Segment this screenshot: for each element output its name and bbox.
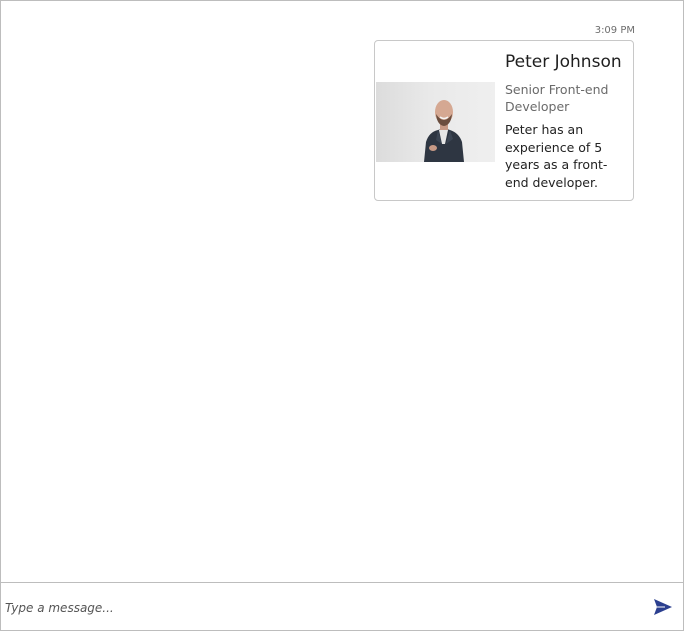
message-timestamp: 3:09 PM — [594, 25, 635, 36]
message-input[interactable] — [5, 595, 625, 621]
send-icon — [654, 599, 672, 615]
chat-window: 3:09 PM Peter Johnson Senior Front-end D… — [0, 0, 684, 631]
send-button[interactable] — [653, 598, 673, 616]
portrait-photo-icon — [424, 100, 464, 162]
message-composer — [1, 582, 683, 631]
card-body: Peter Johnson Senior Front-end Developer… — [505, 51, 625, 191]
profile-card: Peter Johnson Senior Front-end Developer… — [374, 40, 634, 201]
message-list[interactable]: 3:09 PM Peter Johnson Senior Front-end D… — [1, 1, 683, 582]
card-title: Peter Johnson — [505, 52, 622, 72]
card-subtitle: Senior Front-end Developer — [505, 82, 609, 114]
card-text: Peter has an experience of 5 years as a … — [505, 122, 608, 190]
profile-photo — [376, 82, 495, 162]
